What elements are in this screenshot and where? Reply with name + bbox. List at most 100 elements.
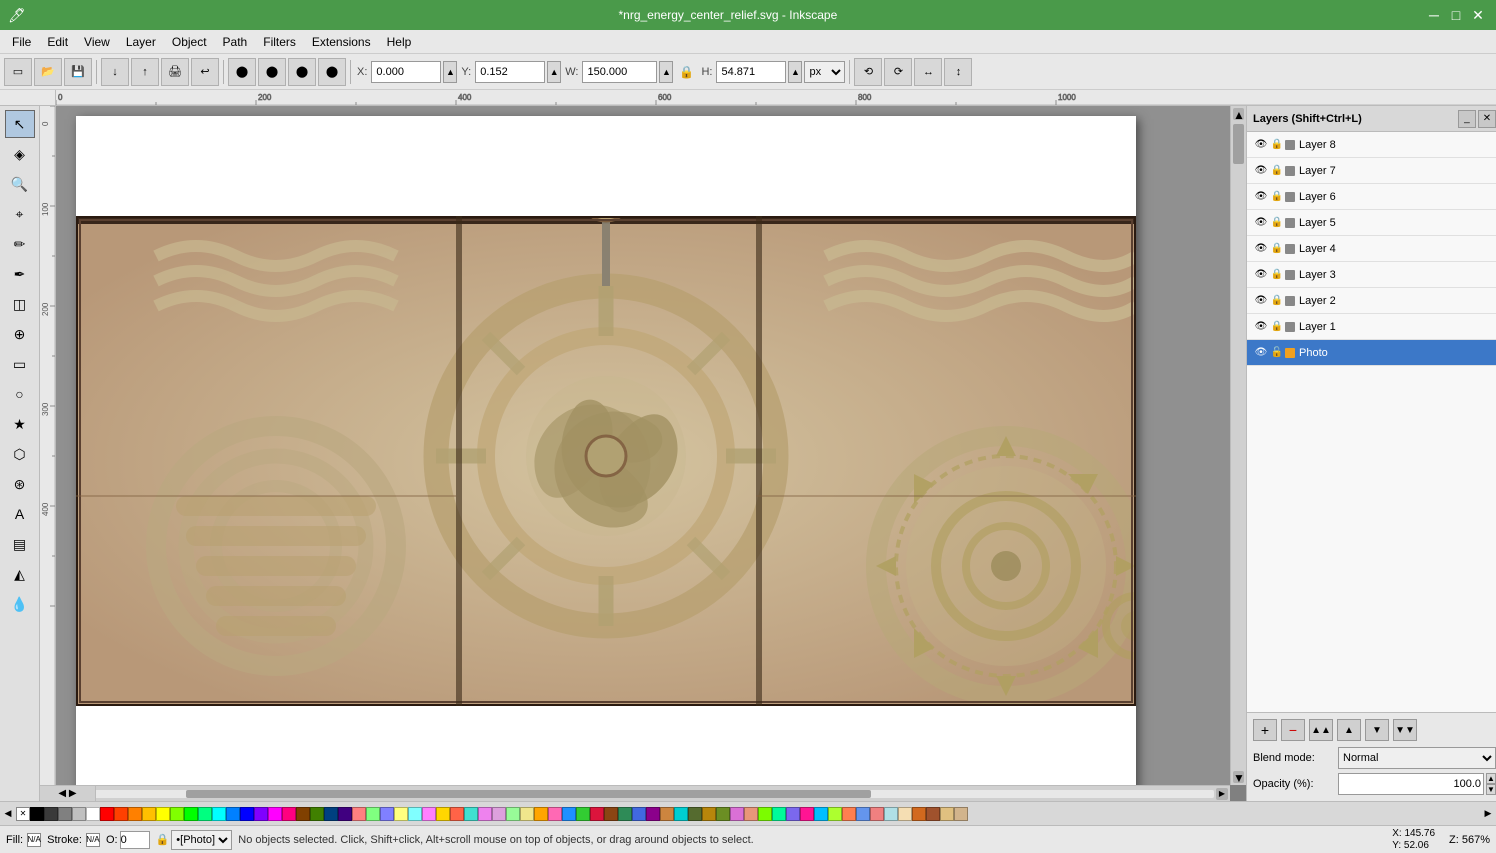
palette-color-12[interactable] <box>352 807 366 821</box>
palette-color-plum[interactable] <box>492 807 506 821</box>
node-tool-button[interactable]: ◈ <box>5 140 35 168</box>
opacity-input[interactable] <box>1338 773 1484 795</box>
undo-button[interactable]: ↩ <box>191 58 219 86</box>
menu-extensions[interactable]: Extensions <box>304 33 379 51</box>
layer-8-vis-icon[interactable]: 👁 <box>1253 137 1269 153</box>
palette-color-crimson[interactable] <box>590 807 604 821</box>
palette-color-lightcoral[interactable] <box>870 807 884 821</box>
palette-color-seagreen[interactable] <box>618 807 632 821</box>
palette-color-coral[interactable] <box>842 807 856 821</box>
palette-color-18[interactable] <box>534 807 548 821</box>
layer-7-vis-icon[interactable]: 👁 <box>1253 163 1269 179</box>
palette-color-darkgolden[interactable] <box>702 807 716 821</box>
palette-color-orchid[interactable] <box>730 807 744 821</box>
palette-color-3[interactable] <box>142 807 156 821</box>
layer-item-6[interactable]: 👁 🔒 Layer 6 <box>1247 184 1496 210</box>
import-button[interactable]: ↓ <box>101 58 129 86</box>
nav-arrows[interactable]: ◀ ▶ <box>58 788 76 799</box>
maximize-button[interactable]: □ <box>1446 6 1466 24</box>
layer-8-lock-icon[interactable]: 🔒 <box>1269 137 1285 153</box>
palette-color-sienna[interactable] <box>926 807 940 821</box>
select-tool-button[interactable]: ↖ <box>5 110 35 138</box>
h-input[interactable] <box>716 61 786 83</box>
menu-object[interactable]: Object <box>164 33 215 51</box>
x-input[interactable] <box>371 61 441 83</box>
palette-color-tan[interactable] <box>940 807 954 821</box>
palette-color-greenyellow[interactable] <box>828 807 842 821</box>
open-button[interactable]: 📂 <box>34 58 62 86</box>
palette-color-2[interactable] <box>114 807 128 821</box>
layer-1-vis-icon[interactable]: 👁 <box>1253 319 1269 335</box>
layer-to-bottom-button[interactable]: ▼▼ <box>1393 719 1417 741</box>
zoom-view-button[interactable]: 🔍 <box>5 170 35 198</box>
palette-color-darkmagenta[interactable] <box>646 807 660 821</box>
transform-button-4[interactable]: ↕ <box>944 58 972 86</box>
palette-color-yellow[interactable] <box>156 807 170 821</box>
palette-color-powderblue[interactable] <box>884 807 898 821</box>
layer-2-vis-icon[interactable]: 👁 <box>1253 293 1269 309</box>
transform-button-1[interactable]: ⟲ <box>854 58 882 86</box>
layer-2-lock-icon[interactable]: 🔒 <box>1269 293 1285 309</box>
pencil-tool-button[interactable]: ✏ <box>5 230 35 258</box>
scroll-up-arrow[interactable]: ▲ <box>1233 108 1244 120</box>
palette-color-9[interactable] <box>310 807 324 821</box>
text-tool-button[interactable]: A <box>5 500 35 528</box>
y-input[interactable] <box>475 61 545 83</box>
palette-color-turq[interactable] <box>464 807 478 821</box>
palette-color-lawngreen[interactable] <box>758 807 772 821</box>
palette-no-color[interactable]: ✕ <box>16 807 30 821</box>
palette-color-green[interactable] <box>184 807 198 821</box>
layers-minimize-button[interactable]: _ <box>1458 110 1476 128</box>
rect-tool-button[interactable]: ▭ <box>5 350 35 378</box>
layer-selector[interactable]: •[Photo] Layer 1 Layer 2 <box>171 830 232 850</box>
add-layer-button[interactable]: + <box>1253 719 1277 741</box>
layer-7-lock-icon[interactable]: 🔒 <box>1269 163 1285 179</box>
vertical-scrollbar[interactable]: ▲ ▼ <box>1230 106 1246 785</box>
layer-item-photo[interactable]: 👁 🔓 Photo <box>1247 340 1496 366</box>
layer-4-vis-icon[interactable]: 👁 <box>1253 241 1269 257</box>
palette-color-10[interactable] <box>324 807 338 821</box>
menu-path[interactable]: Path <box>215 33 256 51</box>
palette-color-gray[interactable] <box>58 807 72 821</box>
lock-aspect-button[interactable]: 🔒 <box>675 61 697 83</box>
layer-item-2[interactable]: 👁 🔒 Layer 2 <box>1247 288 1496 314</box>
palette-color-royal[interactable] <box>632 807 646 821</box>
palette-color-8[interactable] <box>282 807 296 821</box>
palette-color-6[interactable] <box>226 807 240 821</box>
palette-color-15[interactable] <box>394 807 408 821</box>
palette-color-darkolive[interactable] <box>688 807 702 821</box>
layer-up-button[interactable]: ▲ <box>1337 719 1361 741</box>
export-button[interactable]: ↑ <box>131 58 159 86</box>
dropper-tool-button[interactable]: 💧 <box>5 590 35 618</box>
palette-color-violet[interactable] <box>478 807 492 821</box>
layer-item-3[interactable]: 👁 🔒 Layer 3 <box>1247 262 1496 288</box>
remove-layer-button[interactable]: − <box>1281 719 1305 741</box>
palette-color-khaki[interactable] <box>520 807 534 821</box>
unit-select[interactable]: px mm cm in pt <box>804 61 845 83</box>
palette-color-brown[interactable] <box>296 807 310 821</box>
palette-color-white[interactable] <box>86 807 100 821</box>
minimize-button[interactable]: ─ <box>1424 6 1444 24</box>
palette-color-pink[interactable] <box>548 807 562 821</box>
layer-item-4[interactable]: 👁 🔒 Layer 4 <box>1247 236 1496 262</box>
layer-item-1[interactable]: 👁 🔒 Layer 1 <box>1247 314 1496 340</box>
palette-color-chocolate[interactable] <box>912 807 926 821</box>
save-button[interactable]: 💾 <box>64 58 92 86</box>
opacity-down-button[interactable]: ▼ <box>1486 784 1496 795</box>
palette-left-arrow[interactable]: ◀ <box>0 806 16 822</box>
layer-item-7[interactable]: 👁 🔒 Layer 7 <box>1247 158 1496 184</box>
layer-6-vis-icon[interactable]: 👁 <box>1253 189 1269 205</box>
palette-color-medslate[interactable] <box>786 807 800 821</box>
palette-color-wheat[interactable] <box>898 807 912 821</box>
palette-color-silver[interactable] <box>72 807 86 821</box>
align-left-button[interactable]: ⬤ <box>228 58 256 86</box>
layer-6-lock-icon[interactable]: 🔒 <box>1269 189 1285 205</box>
scroll-down-arrow[interactable]: ▼ <box>1233 771 1244 783</box>
layer-3-vis-icon[interactable]: 👁 <box>1253 267 1269 283</box>
palette-color-13[interactable] <box>366 807 380 821</box>
layer-5-vis-icon[interactable]: 👁 <box>1253 215 1269 231</box>
spray-tool-button[interactable]: ⊕ <box>5 320 35 348</box>
calligraphy-tool-button[interactable]: ✒ <box>5 260 35 288</box>
layer-item-8[interactable]: 👁 🔒 Layer 8 <box>1247 132 1496 158</box>
gradient-tool-button[interactable]: ▤ <box>5 530 35 558</box>
